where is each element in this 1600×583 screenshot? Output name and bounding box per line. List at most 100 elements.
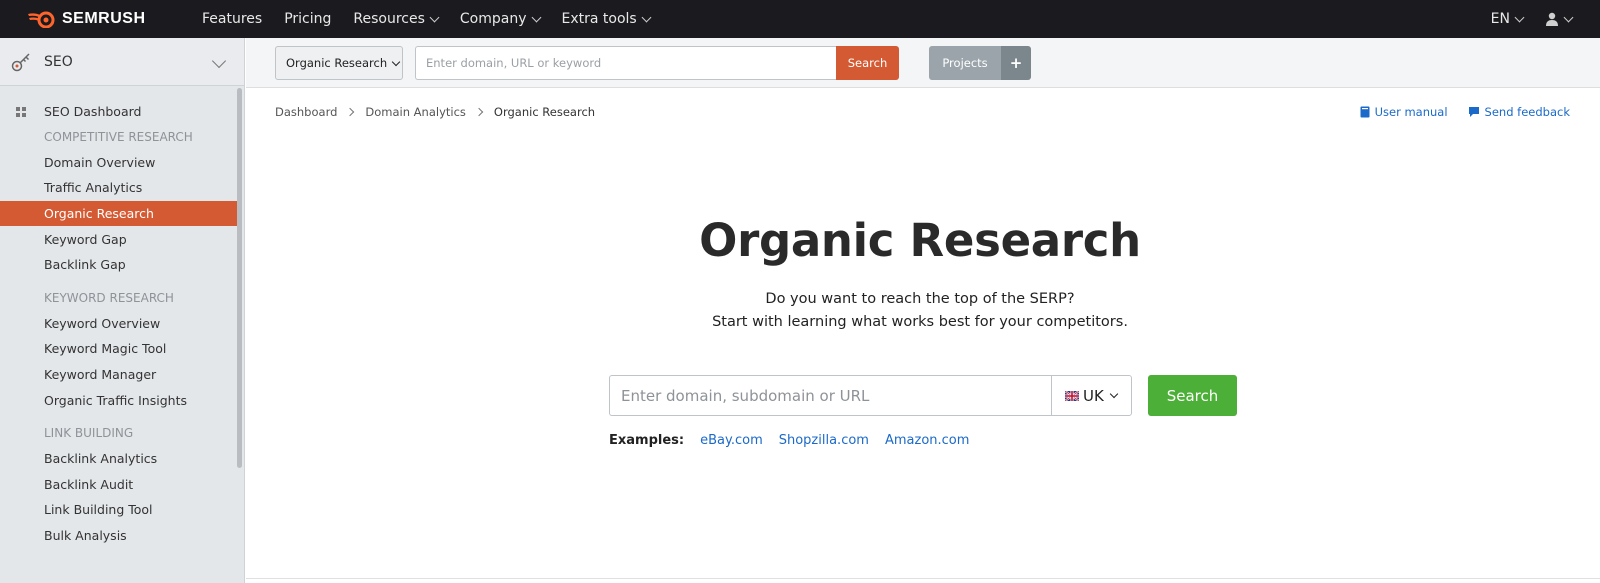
nav-pricing[interactable]: Pricing — [284, 11, 331, 27]
example-link-shopzilla[interactable]: Shopzilla.com — [779, 433, 869, 448]
sidebar-item-label: Link Building Tool — [44, 502, 153, 518]
sidebar-item-organic-research[interactable]: Organic Research — [0, 200, 237, 227]
example-link-amazon[interactable]: Amazon.com — [885, 433, 969, 448]
sidebar-item-label: Keyword Magic Tool — [44, 341, 167, 357]
page-subtitle-1: Do you want to reach the top of the SERP… — [765, 291, 1075, 307]
sidebar-item-link-building-tool[interactable]: Link Building Tool — [0, 497, 237, 523]
examples-row: Examples: eBay.com Shopzilla.com Amazon.… — [609, 433, 985, 448]
search-button[interactable]: Search — [1148, 375, 1237, 416]
nav-features[interactable]: Features — [202, 11, 262, 27]
nav-resources-label: Resources — [353, 11, 425, 27]
toolbar-search-input[interactable] — [415, 46, 837, 80]
sidebar-item-label: Keyword Overview — [44, 315, 161, 331]
sidebar-item-label: Domain Overview — [44, 154, 156, 170]
nav-extra-tools-label: Extra tools — [561, 11, 637, 27]
sidebar-section-competitive-research: COMPETITIVE RESEARCH — [44, 130, 193, 145]
divider — [246, 578, 1600, 579]
breadcrumb-domain-analytics[interactable]: Domain Analytics — [365, 105, 466, 119]
sidebar-section-keyword-research: KEYWORD RESEARCH — [44, 291, 174, 306]
sidebar-toolkit-selector[interactable]: SEO — [0, 38, 244, 86]
chevron-down-icon — [429, 12, 440, 22]
nav-resources[interactable]: Resources — [353, 11, 440, 27]
language-label: EN — [1490, 11, 1510, 27]
sidebar-item-organic-traffic-insights[interactable]: Organic Traffic Insights — [0, 387, 237, 413]
page-subtitle-2: Start with learning what works best for … — [712, 314, 1128, 330]
breadcrumb-dashboard[interactable]: Dashboard — [275, 105, 337, 119]
chevron-down-icon — [391, 57, 401, 66]
nav-company-label: Company — [459, 11, 527, 27]
sidebar-item-label: Backlink Gap — [44, 257, 126, 273]
chevron-down-icon — [1109, 389, 1119, 398]
sidebar-item-backlink-gap[interactable]: Backlink Gap — [0, 252, 237, 278]
semrush-fire-icon — [28, 11, 55, 28]
examples-label: Examples: — [609, 433, 685, 448]
sidebar-section-link-building: LINK BUILDING — [44, 426, 134, 441]
sidebar: SEO SEO Dashboard COMPETITIVE RESEARCH D… — [0, 38, 245, 583]
sidebar-item-label: Organic Traffic Insights — [44, 392, 187, 408]
sidebar-item-keyword-magic-tool[interactable]: Keyword Magic Tool — [0, 336, 237, 362]
chevron-down-icon — [1514, 12, 1525, 22]
nav-company[interactable]: Company — [459, 11, 541, 27]
nav-features-label: Features — [202, 11, 263, 27]
domain-search-input[interactable] — [609, 375, 1052, 416]
toolbar-search-button[interactable]: Search — [836, 46, 899, 80]
language-selector[interactable]: EN — [1490, 11, 1525, 27]
user-icon — [1546, 12, 1558, 26]
user-menu[interactable] — [1545, 12, 1574, 26]
chevron-down-icon — [641, 12, 652, 22]
sidebar-item-domain-overview[interactable]: Domain Overview — [0, 150, 237, 176]
sidebar-item-label: Keyword Manager — [44, 367, 157, 383]
nav-extra-tools[interactable]: Extra tools — [561, 11, 652, 27]
example-link-ebay[interactable]: eBay.com — [700, 433, 763, 448]
sidebar-item-label: SEO Dashboard — [44, 104, 142, 120]
breadcrumb: Dashboard Domain Analytics Organic Resea… — [275, 105, 595, 119]
user-manual-link[interactable]: User manual — [1360, 105, 1448, 119]
sidebar-header-label: SEO — [44, 53, 73, 70]
brand-name: SEMRUSH — [62, 10, 146, 27]
chevron-right-icon — [474, 107, 484, 117]
tool-select-value: Organic Research — [286, 56, 388, 70]
nav-pricing-label: Pricing — [284, 11, 332, 27]
semrush-logo[interactable]: SEMRUSH — [26, 9, 146, 29]
tool-search-bar: Organic Research Search Projects + — [246, 38, 1600, 88]
send-feedback-label: Send feedback — [1484, 105, 1570, 119]
sidebar-item-traffic-analytics[interactable]: Traffic Analytics — [0, 175, 237, 201]
sidebar-item-label: Organic Research — [44, 206, 154, 222]
sidebar-scrollbar[interactable] — [237, 88, 242, 468]
top-navigation: SEMRUSH Features Pricing Resources Compa… — [0, 0, 1600, 38]
sidebar-item-keyword-gap[interactable]: Keyword Gap — [0, 226, 237, 252]
uk-flag-icon — [1065, 390, 1079, 401]
sidebar-item-label: Backlink Analytics — [44, 451, 158, 467]
send-feedback-link[interactable]: Send feedback — [1468, 105, 1570, 119]
sidebar-item-backlink-analytics[interactable]: Backlink Analytics — [0, 446, 237, 472]
country-label: UK — [1083, 386, 1104, 405]
chevron-down-icon — [1563, 12, 1574, 22]
sidebar-list: SEO Dashboard COMPETITIVE RESEARCH Domai… — [0, 86, 244, 548]
sidebar-item-label: Keyword Gap — [44, 231, 127, 247]
book-icon — [1360, 106, 1370, 118]
page-title: Organic Research — [699, 214, 1141, 267]
seo-key-icon — [11, 52, 30, 71]
sidebar-item-label: Backlink Audit — [44, 476, 134, 492]
speech-bubble-icon — [1468, 107, 1479, 117]
country-selector[interactable]: UK — [1051, 375, 1132, 416]
user-manual-label: User manual — [1374, 105, 1448, 119]
sidebar-item-bulk-analysis[interactable]: Bulk Analysis — [0, 523, 237, 549]
main-menu: Features Pricing Resources Company Extra… — [202, 0, 672, 38]
tool-select-dropdown[interactable]: Organic Research — [275, 46, 403, 80]
sidebar-item-label: Traffic Analytics — [44, 180, 143, 196]
help-links: User manual Send feedback — [1340, 105, 1570, 119]
chevron-down-icon — [211, 53, 227, 69]
add-project-button[interactable]: + — [1001, 46, 1031, 80]
sidebar-item-keyword-overview[interactable]: Keyword Overview — [0, 311, 237, 337]
sidebar-item-keyword-manager[interactable]: Keyword Manager — [0, 362, 237, 388]
chevron-right-icon — [346, 107, 355, 117]
dashboard-grid-icon — [16, 107, 26, 117]
projects-button[interactable]: Projects — [929, 46, 1001, 80]
chevron-down-icon — [531, 12, 541, 22]
sidebar-item-backlink-audit[interactable]: Backlink Audit — [0, 472, 237, 498]
sidebar-item-seo-dashboard[interactable]: SEO Dashboard — [0, 99, 237, 125]
sidebar-item-label: Bulk Analysis — [44, 528, 127, 544]
breadcrumb-current: Organic Research — [493, 105, 596, 119]
nav-right: EN — [1490, 0, 1574, 38]
